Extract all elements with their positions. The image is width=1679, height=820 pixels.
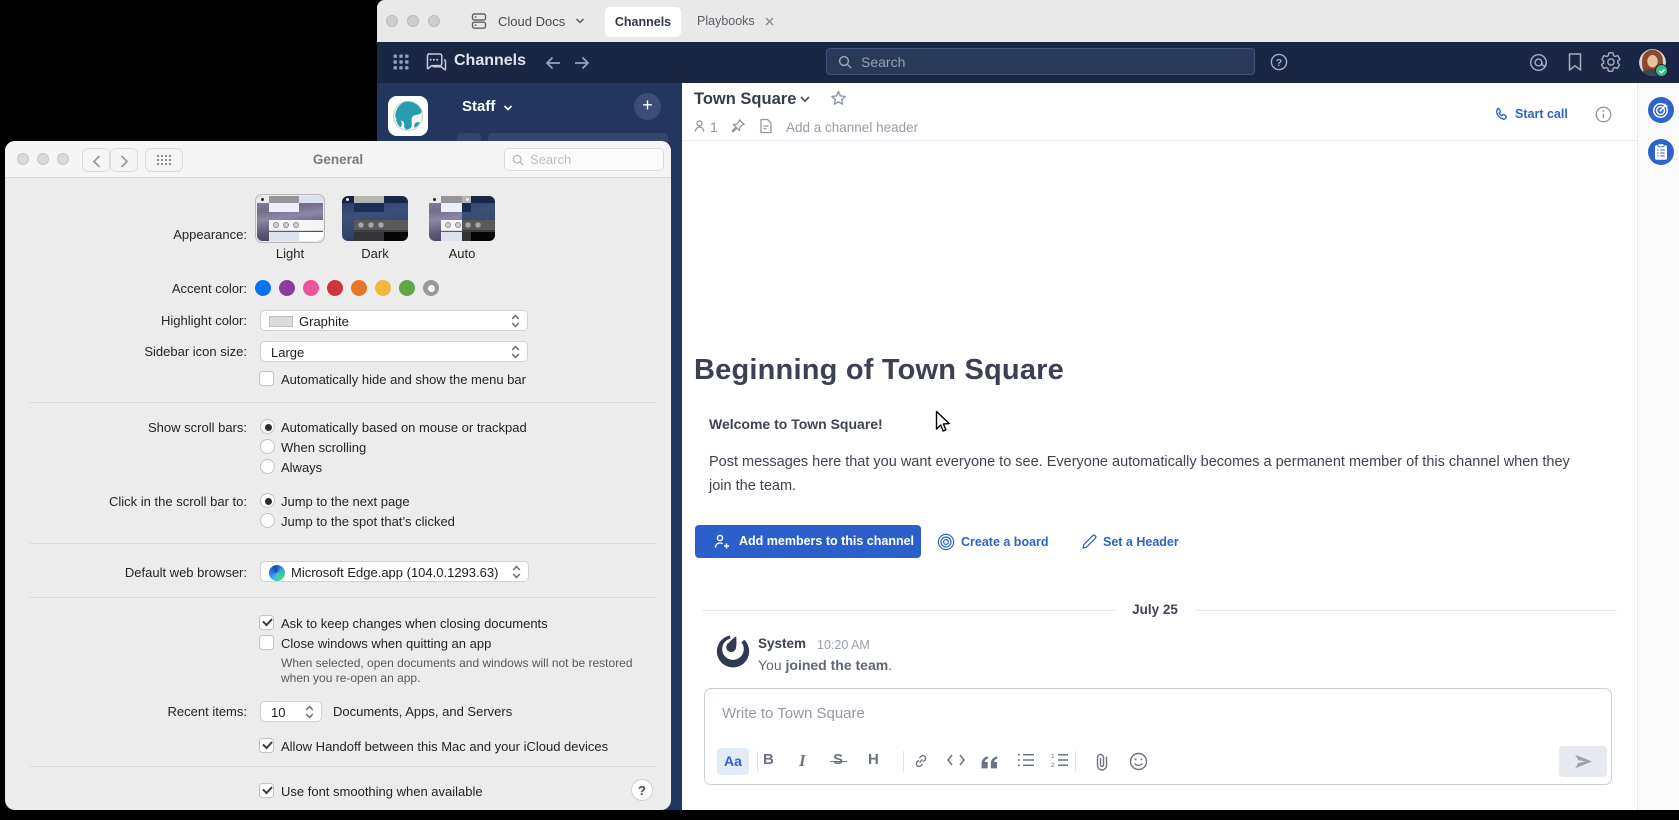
svg-text:2: 2: [1051, 762, 1055, 768]
svg-text:1: 1: [1051, 753, 1055, 760]
svg-text:?: ?: [1276, 57, 1282, 69]
